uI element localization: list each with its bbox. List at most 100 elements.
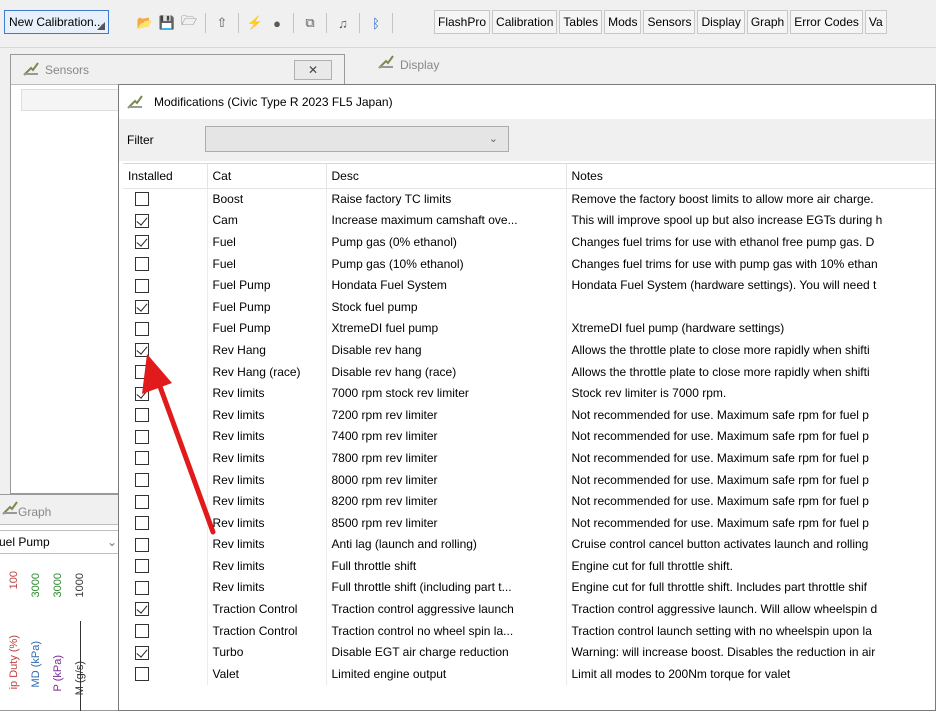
desc-cell: 7800 rpm rev limiter bbox=[326, 447, 567, 469]
table-row[interactable]: Rev limits Full throttle shift Engine cut … bbox=[123, 555, 935, 577]
installed-checkbox[interactable] bbox=[135, 516, 149, 531]
desc-cell: XtremeDI fuel pump bbox=[326, 317, 567, 340]
table-row[interactable]: Traction Control Traction control no whee… bbox=[123, 619, 935, 642]
table-row[interactable]: Rev Hang Disable rev hang Allows the throt… bbox=[123, 339, 935, 361]
display-title-bar[interactable]: Display bbox=[360, 48, 936, 78]
installed-checkbox[interactable] bbox=[135, 451, 149, 466]
table-row[interactable]: Traction Control Traction control aggress… bbox=[123, 598, 935, 620]
installed-checkbox[interactable] bbox=[135, 494, 149, 509]
menu-button-tables[interactable]: Tables bbox=[559, 10, 603, 34]
graph-title: Graph bbox=[18, 505, 52, 519]
installed-checkbox[interactable] bbox=[135, 364, 149, 379]
new-calibration-button[interactable]: New Calibration... bbox=[4, 10, 109, 34]
table-row[interactable]: Rev limits 7000 rpm stock rev limiter Stoc… bbox=[123, 382, 935, 404]
bluetooth-icon[interactable]: ᛒ bbox=[367, 14, 385, 32]
installed-cell bbox=[123, 533, 208, 556]
column-header-desc[interactable]: Desc bbox=[326, 164, 567, 189]
music-icon[interactable]: ♫ bbox=[334, 14, 352, 32]
table-row[interactable]: Fuel Pump gas (10% ethanol) Changes fuel t… bbox=[123, 252, 935, 275]
installed-checkbox[interactable] bbox=[135, 256, 149, 271]
toolbar-menu-buttons: FlashPro Calibration Tables Mods Sensors Disp… bbox=[434, 10, 889, 34]
desc-cell: Full throttle shift (including part t... bbox=[326, 576, 567, 599]
graph-channel-select[interactable]: uel Pump ⌄ bbox=[0, 530, 122, 554]
installed-checkbox[interactable] bbox=[135, 472, 149, 487]
installed-checkbox[interactable] bbox=[135, 537, 149, 552]
table-row[interactable]: Fuel Pump XtremeDI fuel pump XtremeDI fuel… bbox=[123, 317, 935, 340]
menu-button-flashpro[interactable]: FlashPro bbox=[434, 10, 491, 34]
menu-button-graph[interactable]: Graph bbox=[746, 10, 789, 34]
upload-icon[interactable]: ⇧ bbox=[213, 14, 231, 32]
installed-checkbox[interactable] bbox=[135, 580, 149, 595]
column-header-cat[interactable]: Cat bbox=[207, 164, 327, 189]
record-icon[interactable]: ● bbox=[268, 14, 286, 32]
table-row[interactable]: Rev limits 7800 rpm rev limiter Not recomm… bbox=[123, 447, 935, 469]
table-row[interactable]: Rev limits Full throttle shift (including… bbox=[123, 576, 935, 599]
desc-cell: Pump gas (10% ethanol) bbox=[326, 252, 567, 275]
notes-cell: Hondata Fuel System (hardware settings).… bbox=[566, 274, 935, 296]
table-row[interactable]: Rev Hang (race) Disable rev hang (race) Al… bbox=[123, 360, 935, 383]
filter-select[interactable]: ⌄ bbox=[205, 126, 509, 152]
table-row[interactable]: Fuel Pump gas (0% ethanol) Changes fuel tr… bbox=[123, 231, 935, 253]
installed-checkbox[interactable] bbox=[135, 602, 149, 617]
dialog-title-bar[interactable]: Modifications (Civic Type R 2023 FL5 Jap… bbox=[119, 85, 935, 119]
menu-button-va[interactable]: Va bbox=[864, 10, 887, 34]
installed-checkbox[interactable] bbox=[135, 667, 149, 682]
column-header-notes[interactable]: Notes bbox=[566, 164, 935, 189]
open-folder-icon[interactable]: 📂 bbox=[136, 14, 154, 32]
installed-checkbox[interactable] bbox=[135, 213, 149, 228]
installed-checkbox[interactable] bbox=[135, 645, 149, 660]
installed-cell bbox=[123, 555, 208, 577]
table-row[interactable]: Cam Increase maximum camshaft ove... This … bbox=[123, 209, 935, 232]
installed-checkbox[interactable] bbox=[135, 278, 149, 293]
table-row[interactable]: Rev limits 7400 rpm rev limiter Not recomm… bbox=[123, 425, 935, 448]
save-all-icon[interactable]: 🗁 bbox=[180, 13, 198, 32]
table-row[interactable]: Rev limits 8500 rpm rev limiter Not recomm… bbox=[123, 511, 935, 534]
installed-checkbox[interactable] bbox=[135, 386, 149, 401]
graph-title-bar[interactable]: Graph bbox=[0, 495, 121, 525]
desc-cell: Traction control aggressive launch bbox=[326, 598, 567, 620]
installed-checkbox[interactable] bbox=[135, 321, 149, 336]
installed-checkbox[interactable] bbox=[135, 559, 149, 574]
chevron-down-icon: ⌄ bbox=[106, 535, 117, 549]
display-window: Display bbox=[360, 48, 936, 88]
column-header-installed[interactable]: Installed bbox=[123, 164, 208, 189]
graph-axis-label: P (kPa) bbox=[52, 655, 64, 692]
table-row[interactable]: Turbo Disable EGT air charge reduction War… bbox=[123, 641, 935, 664]
table-row[interactable]: Valet Limited engine output Limit all mode… bbox=[123, 663, 935, 685]
desc-cell: Limited engine output bbox=[326, 663, 567, 685]
menu-button-sensors[interactable]: Sensors bbox=[643, 10, 696, 34]
calibration-icon bbox=[2, 501, 18, 515]
menu-button-error-codes[interactable]: Error Codes bbox=[790, 10, 863, 34]
sensors-title-bar[interactable]: Sensors ✕ bbox=[11, 55, 344, 85]
notes-cell: Changes fuel trims for use with pump gas… bbox=[566, 252, 935, 275]
modifications-grid: Installed Cat Desc Notes Boost Raise fact… bbox=[123, 163, 935, 710]
desc-cell: 8500 rpm rev limiter bbox=[326, 511, 567, 534]
table-row[interactable]: Rev limits 8000 rpm rev limiter Not recomm… bbox=[123, 468, 935, 491]
close-icon[interactable]: ✕ bbox=[294, 60, 332, 80]
table-row[interactable]: Rev limits Anti lag (launch and rolling) C… bbox=[123, 533, 935, 556]
installed-checkbox[interactable] bbox=[135, 624, 149, 639]
graph-axis-label: 1000 bbox=[74, 573, 86, 598]
cat-cell: Fuel bbox=[207, 252, 327, 275]
table-row[interactable]: Rev limits 8200 rpm rev limiter Not recomm… bbox=[123, 490, 935, 512]
installed-checkbox[interactable] bbox=[135, 408, 149, 423]
notes-cell: XtremeDI fuel pump (hardware settings) bbox=[566, 317, 935, 340]
installed-checkbox[interactable] bbox=[135, 300, 149, 315]
menu-button-calibration[interactable]: Calibration bbox=[492, 10, 558, 34]
desc-cell: 7400 rpm rev limiter bbox=[326, 425, 567, 448]
table-row[interactable]: Fuel Pump Hondata Fuel System Hondata Fuel… bbox=[123, 274, 935, 296]
table-row[interactable]: Boost Raise factory TC limits Remove the f… bbox=[123, 188, 935, 210]
table-row[interactable]: Rev limits 7200 rpm rev limiter Not recomm… bbox=[123, 403, 935, 426]
menu-button-display[interactable]: Display bbox=[697, 10, 745, 34]
flash-icon[interactable]: ⚡ bbox=[246, 14, 264, 32]
copy-icon[interactable]: ⧉ bbox=[301, 14, 319, 32]
table-body: Boost Raise factory TC limits Remove the f… bbox=[123, 188, 935, 685]
installed-checkbox[interactable] bbox=[135, 235, 149, 250]
menu-button-mods[interactable]: Mods bbox=[604, 10, 642, 34]
table-row[interactable]: Fuel Pump Stock fuel pump bbox=[123, 295, 935, 318]
save-icon[interactable]: 💾 bbox=[158, 14, 176, 32]
installed-checkbox[interactable] bbox=[135, 343, 149, 358]
cat-cell: Valet bbox=[207, 663, 327, 685]
installed-checkbox[interactable] bbox=[135, 192, 149, 207]
installed-checkbox[interactable] bbox=[135, 429, 149, 444]
